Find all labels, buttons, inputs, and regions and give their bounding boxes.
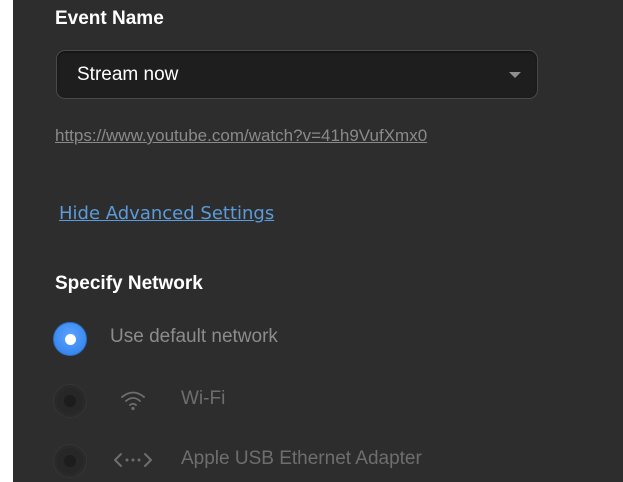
network-option-default[interactable]: Use default network (53, 318, 613, 358)
network-option-wifi[interactable]: Wi-Fi (53, 380, 613, 420)
network-option-label: Wi-Fi (181, 388, 226, 409)
radio-button[interactable] (53, 322, 87, 356)
network-option-label: Use default network (110, 326, 278, 347)
radio-button[interactable] (53, 444, 87, 478)
specify-network-label: Specify Network (55, 273, 203, 294)
network-option-label: Apple USB Ethernet Adapter (181, 448, 422, 469)
ethernet-icon (114, 453, 152, 467)
event-name-selected-value: Stream now (77, 64, 179, 85)
network-option-ethernet[interactable]: Apple USB Ethernet Adapter (53, 440, 613, 480)
event-name-dropdown[interactable]: Stream now (56, 50, 538, 99)
settings-panel: Event Name Stream now https://www.youtub… (13, 0, 623, 482)
chevron-down-icon (509, 72, 521, 78)
event-url-link[interactable]: https://www.youtube.com/watch?v=41h9VufX… (55, 126, 427, 146)
hide-advanced-settings-link[interactable]: Hide Advanced Settings (59, 203, 274, 224)
radio-button[interactable] (53, 384, 87, 418)
event-name-label: Event Name (55, 8, 164, 29)
wifi-icon (121, 391, 145, 411)
